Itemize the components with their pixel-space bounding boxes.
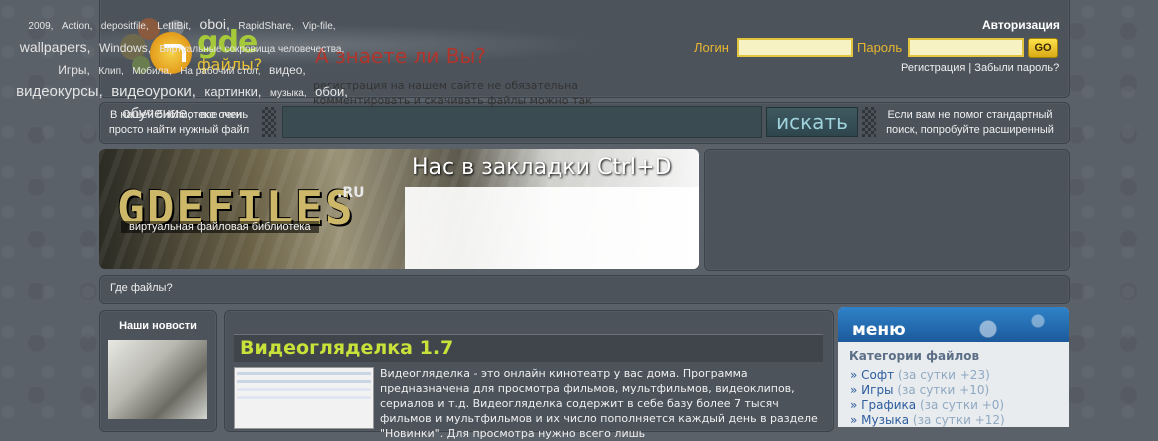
tag-link[interactable]: видеоуроки, [111,83,196,100]
category-count: (за сутки +23) [897,368,990,382]
login-go-button[interactable]: GO [1028,38,1058,58]
tag-link[interactable]: 2009, [28,21,53,32]
password-label: Пароль [857,40,903,55]
tag-link[interactable]: Windows, [99,41,151,55]
banner-logo-domain: .RU [337,185,365,201]
did-you-know-box [405,187,699,269]
tag-link[interactable]: видеокурсы, [16,83,103,100]
category-count: (за сутки +0) [919,398,1005,412]
article-title[interactable]: Видеогляделка 1.7 [240,337,453,359]
did-you-know-text: регистрация на нашем сайте не обязательн… [313,79,592,107]
tag-link[interactable]: Клип, [98,66,123,77]
promo-banner[interactable]: GDEFILES .RU виртуальная файловая библио… [99,149,699,269]
category-name: Игры [861,383,894,397]
category-item[interactable]: » Игры (за сутки +10) [850,383,989,397]
category-name: Музыка [861,413,910,427]
article-screenshot[interactable] [234,367,374,429]
search-button[interactable]: искать [766,107,858,137]
banner-tagline: виртуальная файловая библиотека [121,221,319,233]
tag-link[interactable]: музыка, [270,88,307,99]
tag-link[interactable]: RapidShare, [238,21,294,32]
tag-link[interactable]: На рабочий стол, [180,66,260,77]
tag-link[interactable]: обои, [315,84,348,99]
search-right-note-line: Если вам не помог стандартный [887,109,1053,121]
side-menu: меню Категории файлов » Софт (за сутки +… [838,307,1069,427]
screenshot-detail [237,388,371,391]
auth-separator: | [968,62,972,74]
search-input[interactable] [282,106,762,138]
tag-link[interactable]: обучение, [122,105,191,122]
tag-link[interactable]: depositfile, [101,21,149,32]
tag-link[interactable]: wallpapers, [20,39,91,55]
tag-link[interactable]: все теги [200,109,242,121]
category-item[interactable]: » Музыка (за сутки +12) [850,413,1005,427]
login-input[interactable] [737,38,853,57]
tag-link[interactable]: Vip-file, [302,21,335,32]
category-count: (за сутки +12) [912,413,1005,427]
categories-title: Категории файлов [849,349,980,363]
category-name: Графика [861,398,917,412]
category-count: (за сутки +10) [897,383,990,397]
search-left-note-line: просто найти нужный файл [108,124,250,136]
screenshot-detail [237,396,371,399]
tag-link[interactable]: Action, [62,21,93,32]
bookmark-hint: Нас в закладки Ctrl+D [412,155,672,180]
login-label: Логин [694,40,729,55]
category-item[interactable]: » Графика (за сутки +0) [850,398,1004,412]
auth-title: Авторизация [982,18,1060,32]
tag-link[interactable]: картинки, [204,84,261,99]
auth-links: Регистрация | Забыли пароль? [901,62,1059,74]
breadcrumb [99,275,1070,304]
tag-link[interactable]: Виртуальные сокровища человечества, [160,44,345,55]
register-link[interactable]: Регистрация [901,62,965,74]
forgot-password-link[interactable]: Забыли пароль? [974,62,1059,74]
search-right-note-line: поиск, попробуйте расширенный [886,124,1054,136]
article-text: Видеогляделка - это онлайн кинотеатр у в… [380,367,818,440]
tag-cloud [704,149,1070,271]
tag-link[interactable]: Мобила, [132,66,172,77]
breadcrumb-link[interactable]: Где файлы? [110,282,173,294]
category-item[interactable]: » Софт (за сутки +23) [850,368,990,382]
tag-cloud-list: 2009, Action, depositfile, LetItBit, obo… [12,14,352,125]
menu-decoration [958,309,1068,341]
category-name: Софт [861,368,895,382]
tag-link[interactable]: видео, [269,63,306,77]
tag-link[interactable]: Игры, [58,63,90,77]
tag-link[interactable]: oboi, [200,16,230,32]
menu-title: меню [852,320,906,340]
password-input[interactable] [908,38,1024,57]
tag-link[interactable]: LetItBit, [157,21,191,32]
news-image[interactable] [108,340,207,419]
news-title: Наши новости [119,320,197,332]
checker-decoration [862,107,876,137]
advanced-search-note[interactable]: Если вам не помог стандартный поиск, поп… [880,108,1060,138]
screenshot-detail [237,372,371,375]
screenshot-detail [237,380,371,383]
